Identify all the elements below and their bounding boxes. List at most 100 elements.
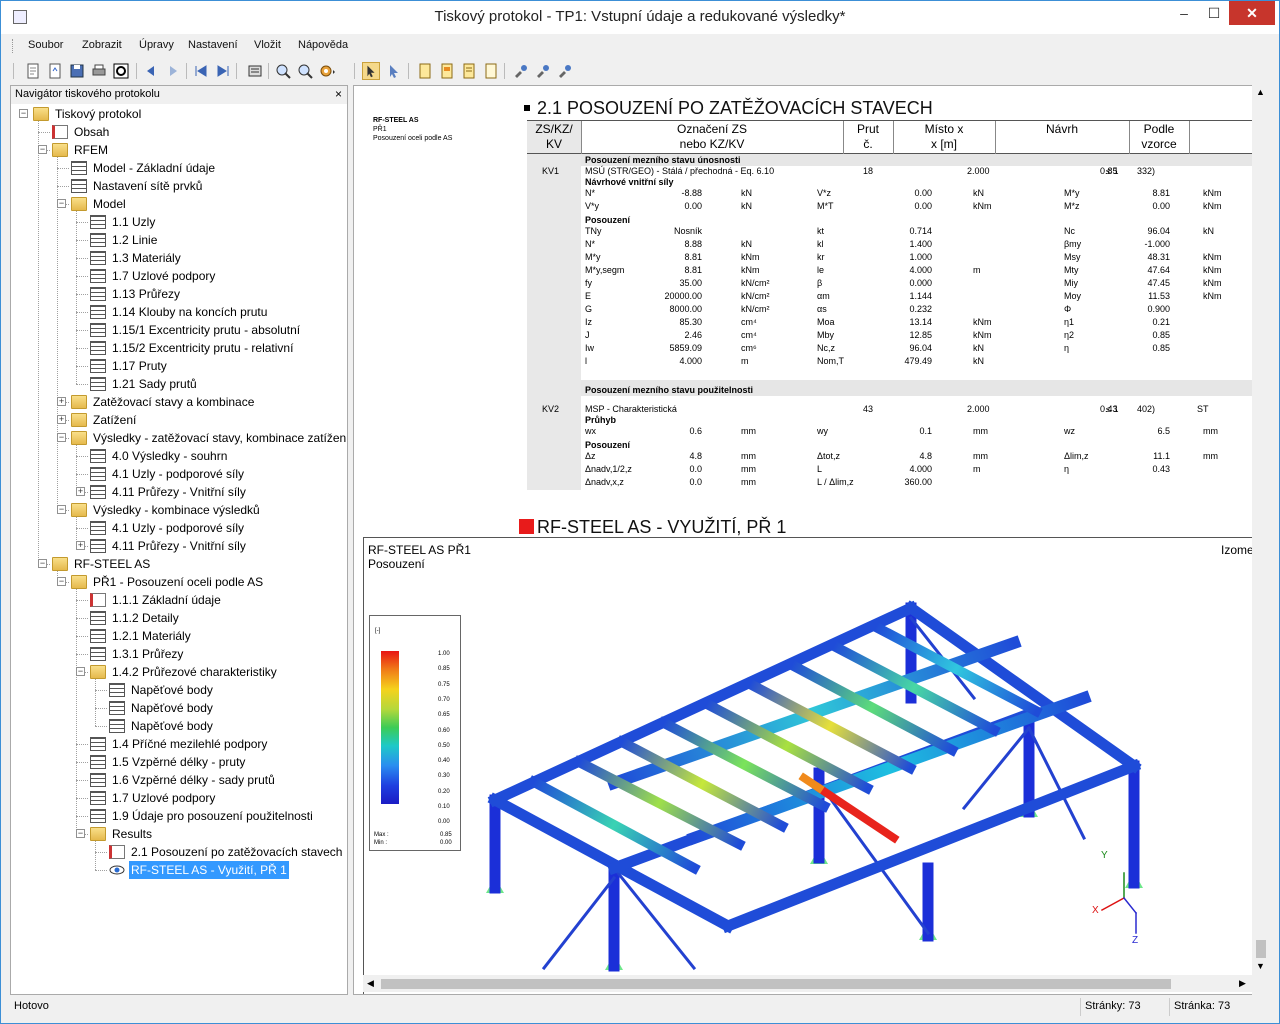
expand-icon[interactable]: + — [57, 415, 66, 424]
status-bar: Hotovo Stránky: 73 Stránka: 73 — [2, 996, 1278, 1022]
expand-icon[interactable]: + — [57, 397, 66, 406]
collapse-icon[interactable]: − — [76, 829, 85, 838]
collapse-icon[interactable]: − — [38, 559, 47, 568]
insert-table-icon[interactable] — [460, 62, 478, 80]
header-design: Návrh — [1045, 122, 1078, 136]
collapse-icon[interactable]: − — [57, 577, 66, 586]
result-cell: V*y — [585, 201, 600, 211]
toolbar-grip — [13, 63, 14, 79]
document-vertical-scrollbar[interactable]: ▲ ▼ — [1252, 85, 1269, 995]
result-cell: Iw — [585, 343, 594, 353]
insert-text-icon[interactable] — [416, 62, 434, 80]
tool-a-icon[interactable] — [512, 62, 530, 80]
result-cell: Φ — [1064, 304, 1072, 314]
print-icon[interactable] — [90, 62, 108, 80]
result-cell: mm — [973, 426, 988, 436]
result-cell: l — [585, 356, 587, 366]
settings-icon[interactable] — [318, 62, 336, 80]
result-cell: 47.64 — [1147, 265, 1170, 275]
status-page-count: Stránky: 73 — [1085, 1000, 1141, 1012]
table-icon — [90, 629, 106, 643]
table-icon — [90, 521, 106, 535]
result-cell: Nc,z — [817, 343, 835, 353]
collapse-icon[interactable]: − — [57, 199, 66, 208]
zoom-in-icon[interactable] — [274, 62, 292, 80]
toolbar-separator — [236, 63, 237, 79]
maximize-button[interactable]: ☐ — [1199, 1, 1229, 25]
result-cell: kNm — [1203, 252, 1222, 262]
close-button[interactable]: ✕ — [1229, 1, 1275, 25]
open-icon[interactable] — [46, 62, 64, 80]
tree-item-label: 1.21 Sady prutů — [112, 377, 197, 391]
result-cell: 8.81 — [1152, 188, 1170, 198]
last-page-icon[interactable] — [214, 62, 232, 80]
result-cell: 0.43 — [1152, 464, 1170, 474]
menu-napoveda[interactable]: Nápověda — [298, 39, 348, 51]
navigator-close-button[interactable]: × — [335, 87, 342, 101]
table-icon — [90, 377, 106, 391]
tree-connector — [76, 211, 77, 384]
expand-icon[interactable]: + — [76, 487, 85, 496]
menu-nastaveni[interactable]: Nastavení — [188, 39, 238, 51]
tree-item-label: Napěťové body — [131, 719, 213, 733]
collapse-icon[interactable]: − — [57, 505, 66, 514]
selection-icon[interactable] — [362, 62, 380, 80]
collapse-icon[interactable]: − — [76, 667, 85, 676]
result-cell: 0.00 — [914, 188, 932, 198]
insert-page-icon[interactable] — [482, 62, 500, 80]
tree-connector — [76, 528, 88, 529]
scroll-down-arrow[interactable]: ▼ — [1256, 961, 1265, 972]
new-icon[interactable] — [24, 62, 42, 80]
tree-connector — [76, 816, 88, 817]
horizontal-scroll-thumb[interactable] — [381, 979, 1171, 989]
scroll-right-arrow[interactable]: ▶ — [1239, 978, 1246, 989]
save-icon[interactable] — [68, 62, 86, 80]
tree-item-label: Zatížení — [93, 413, 137, 427]
expand-icon[interactable]: + — [76, 541, 85, 550]
collapse-icon[interactable]: − — [19, 109, 28, 118]
menu-upravy[interactable]: Úpravy — [139, 39, 174, 51]
result-cell: 4.8 — [689, 451, 702, 461]
next-icon[interactable] — [164, 62, 182, 80]
scroll-left-arrow[interactable]: ◀ — [367, 978, 374, 989]
previous-icon[interactable] — [142, 62, 160, 80]
tool-c-icon[interactable] — [556, 62, 574, 80]
result-cell: 0.714 — [909, 226, 932, 236]
result-cell: kNm — [1203, 291, 1222, 301]
refresh-icon[interactable] — [112, 62, 130, 80]
minimize-button[interactable]: – — [1169, 1, 1199, 25]
tree-connector — [76, 798, 88, 799]
result-cell: Nosník — [673, 226, 702, 236]
result-cell: Δtot,z — [817, 451, 841, 461]
x-axis-line — [1100, 896, 1126, 912]
result-cell: 48.31 — [1147, 252, 1170, 262]
table-icon — [90, 215, 106, 229]
collapse-icon[interactable]: − — [57, 433, 66, 442]
zoom-out-icon[interactable] — [296, 62, 314, 80]
tool-b-icon[interactable] — [534, 62, 552, 80]
graphic-horizontal-scrollbar[interactable]: ◀ ▶ — [363, 975, 1252, 992]
table-icon — [90, 809, 106, 823]
kv2-id: KV2 — [542, 404, 560, 414]
first-page-icon[interactable] — [192, 62, 210, 80]
tree-item-label: Výsledky - kombinace výsledků — [93, 503, 260, 517]
section-title-design-by-load-case: 2.1 POSOUZENÍ PO ZATĚŽOVACÍCH STAVECH — [537, 98, 933, 118]
result-cell: 0.85 — [1152, 330, 1170, 340]
vertical-scroll-thumb[interactable] — [1256, 940, 1266, 958]
navigator-header: Navigátor tiskového protokolu × — [11, 86, 347, 104]
table-icon — [90, 467, 106, 481]
folder-icon — [52, 557, 68, 571]
pointer-icon[interactable] — [384, 62, 402, 80]
scroll-up-arrow[interactable]: ▲ — [1256, 87, 1265, 98]
insert-graphic-icon[interactable] — [438, 62, 456, 80]
collapse-icon[interactable]: − — [38, 145, 47, 154]
menu-soubor[interactable]: Soubor — [28, 39, 63, 51]
utilization-graphic: RF-STEEL AS PŘ1 Posouzení Izome [-] 1.00… — [363, 537, 1253, 995]
menu-zobrazit[interactable]: Zobrazit — [82, 39, 122, 51]
page-setup-icon[interactable] — [246, 62, 264, 80]
structure-model-3d[interactable]: X Y Z — [364, 538, 1253, 995]
menu-vlozit[interactable]: Vložit — [254, 39, 281, 51]
tree-connector — [76, 348, 88, 349]
result-cell: η — [1064, 343, 1070, 353]
tree-item-label: Zatěžovací stavy a kombinace — [93, 395, 255, 409]
